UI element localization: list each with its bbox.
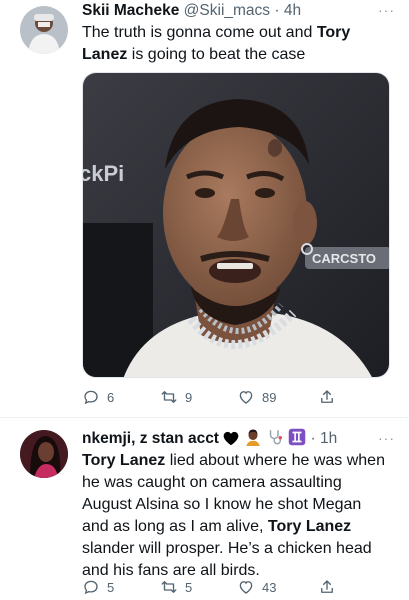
tweet-1-actions: 6 9 89	[82, 388, 342, 408]
heart-icon	[239, 581, 253, 594]
separator-dot: ·	[310, 430, 316, 447]
reply-icon	[84, 390, 98, 405]
avatar-image	[20, 6, 68, 54]
reply-count: 6	[107, 389, 115, 405]
backdrop-sign-left: ckPi	[83, 161, 124, 186]
tweet-2-header: nkemji, z stan acct · 1h	[82, 428, 379, 450]
like-button[interactable]: 43	[237, 578, 276, 596]
text-part: slander will prosper. He’s a chicken hea…	[82, 540, 372, 579]
stethoscope-emoji-icon	[269, 430, 282, 445]
tweet-text: The truth is gonna come out and Tory Lan…	[82, 22, 391, 66]
person-emoji-icon	[245, 429, 260, 446]
mention-bold: Tory Lanez	[267, 518, 352, 535]
tweet-1[interactable]: Skii Macheke @Skii_macs · 4h ··· The tru…	[0, 0, 409, 418]
tweet-text: Tory Lanez lied about where he was when …	[82, 450, 391, 582]
gemini-emoji-icon	[288, 428, 306, 446]
backdrop-sign-badge: CARCSTO	[312, 251, 376, 266]
retweet-button[interactable]: 9	[160, 388, 192, 406]
like-count: 89	[262, 389, 277, 405]
retweet-icon	[161, 391, 177, 403]
photo-of-man: ckPi CARCSTO	[83, 73, 389, 377]
reply-button[interactable]: 6	[82, 388, 114, 406]
text-part: is going to beat the case	[127, 46, 306, 63]
retweet-icon	[161, 581, 177, 593]
avatar-nkemji[interactable]	[20, 430, 68, 478]
share-button[interactable]	[318, 388, 336, 406]
tweet-2[interactable]: nkemji, z stan acct · 1h ··· Tory Lanez …	[0, 418, 409, 600]
timestamp[interactable]: 4h	[284, 2, 301, 19]
share-icon	[321, 580, 333, 593]
tweet-2-actions: 5 5 43	[82, 578, 342, 598]
text-part: The truth is gonna come out and	[82, 24, 317, 41]
heart-icon	[239, 391, 253, 404]
user-handle[interactable]: @Skii_macs	[184, 2, 270, 19]
retweet-button[interactable]: 5	[160, 578, 192, 596]
avatar-image	[20, 430, 68, 478]
tweet-image[interactable]: ckPi CARCSTO	[82, 72, 390, 378]
tweet-1-header: Skii Macheke @Skii_macs · 4h	[82, 0, 379, 22]
reply-icon	[84, 580, 98, 595]
like-button[interactable]: 89	[237, 388, 276, 406]
share-button[interactable]	[318, 578, 336, 596]
reply-button[interactable]: 5	[82, 578, 114, 596]
timestamp[interactable]: 1h	[320, 430, 337, 447]
separator-dot: ·	[274, 2, 280, 19]
avatar-skii-macheke[interactable]	[20, 6, 68, 54]
share-icon	[321, 390, 333, 403]
mention-bold: Tory Lanez	[82, 452, 166, 469]
more-options-icon[interactable]: ···	[378, 430, 395, 446]
like-count: 43	[262, 579, 277, 595]
display-name[interactable]: nkemji, z stan acct	[82, 430, 219, 447]
more-options-icon[interactable]: ···	[378, 2, 395, 18]
black-heart-icon	[223, 431, 239, 446]
reply-count: 5	[107, 579, 115, 595]
display-name[interactable]: Skii Macheke	[82, 2, 179, 19]
retweet-count: 9	[185, 389, 193, 405]
retweet-count: 5	[185, 579, 193, 595]
